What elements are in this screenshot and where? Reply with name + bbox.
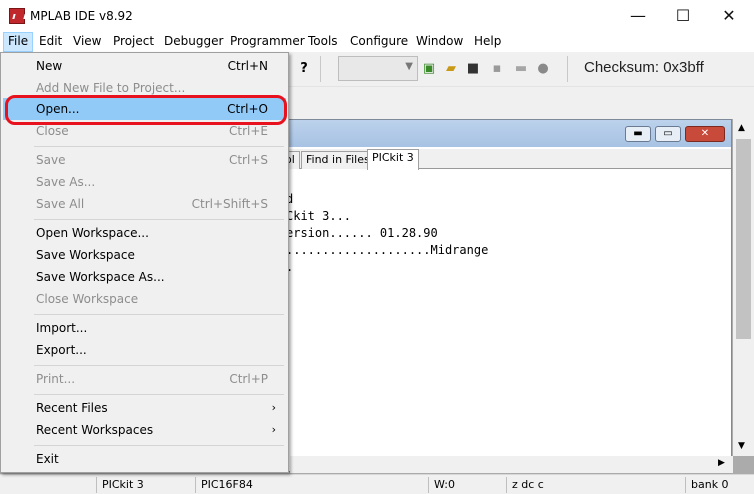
make-icon[interactable]: ▬ xyxy=(512,59,530,79)
submenu-arrow-icon: › xyxy=(271,423,276,436)
menu-programmer[interactable]: Programmer xyxy=(226,32,309,52)
new-project-icon[interactable]: ▣ xyxy=(420,59,438,79)
status-device: PIC16F84 xyxy=(201,478,253,491)
output-window: ▬ ▭ ✕ ol Find in Files PICkit 3 d Ckit 3… xyxy=(280,119,732,472)
mplab-window: MPLAB IDE v8.92 — ☐ ✕ File Edit View Pro… xyxy=(0,0,754,494)
save-disk-icon[interactable]: ■ xyxy=(464,59,482,79)
scroll-up-icon[interactable]: ▲ xyxy=(738,123,745,133)
checksum-label: Checksum: 0x3bff xyxy=(584,59,704,76)
menu-project[interactable]: Project xyxy=(109,32,158,52)
status-tool: PICkit 3 xyxy=(102,478,144,491)
menu-tools[interactable]: Tools xyxy=(304,32,342,52)
title-bar: MPLAB IDE v8.92 — ☐ ✕ xyxy=(0,0,754,32)
status-w: W:0 xyxy=(434,478,455,491)
status-bar: PICkit 3 PIC16F84 W:0 z dc c bank 0 xyxy=(0,474,754,494)
child-restore-button[interactable]: ▭ xyxy=(655,126,681,142)
menu-item-new[interactable]: New Ctrl+N xyxy=(3,55,286,77)
output-text: d Ckit 3... ersion...... 01.28.90 ......… xyxy=(281,170,719,460)
menu-bar: File Edit View Project Debugger Programm… xyxy=(0,32,754,52)
menu-item-save: Save Ctrl+S xyxy=(36,153,268,167)
menu-item-save-workspace[interactable]: Save Workspace xyxy=(3,244,286,266)
help-icon[interactable]: ? xyxy=(295,59,313,79)
build-config-combo[interactable]: ▼ xyxy=(338,56,418,81)
menu-item-export[interactable]: Export... xyxy=(3,339,286,361)
menu-item-import[interactable]: Import... xyxy=(3,317,286,339)
menu-window[interactable]: Window xyxy=(412,32,467,52)
output-line: ....................Midrange xyxy=(286,243,489,257)
chevron-down-icon: ▼ xyxy=(405,61,413,72)
menu-item-recent-workspaces[interactable]: Recent Workspaces › xyxy=(3,419,286,441)
build-icon[interactable]: ▪ xyxy=(488,59,506,79)
tab-find-in-files[interactable]: Find in Files xyxy=(301,151,375,169)
menu-file[interactable]: File xyxy=(3,32,34,52)
menu-help[interactable]: Help xyxy=(470,32,505,52)
output-line: ersion...... 01.28.90 xyxy=(286,226,438,240)
window-title: MPLAB IDE v8.92 xyxy=(30,9,133,23)
close-button[interactable]: ✕ xyxy=(706,0,752,32)
minimize-button[interactable]: — xyxy=(615,0,661,32)
horizontal-scrollbar[interactable]: ▶ xyxy=(290,456,733,473)
menu-item-exit[interactable]: Exit xyxy=(3,448,286,470)
tab-pickit3[interactable]: PICkit 3 xyxy=(367,149,419,170)
output-line: Ckit 3... xyxy=(286,209,352,223)
submenu-arrow-icon: › xyxy=(271,401,276,414)
menu-edit[interactable]: Edit xyxy=(35,32,66,52)
annotation-highlight-ring xyxy=(5,95,287,125)
menu-item-save-workspace-as[interactable]: Save Workspace As... xyxy=(3,266,286,288)
status-flags: z dc c xyxy=(512,478,544,491)
menu-item-save-as: Save As... xyxy=(36,175,96,189)
menu-item-print: Print... Ctrl+P xyxy=(36,372,268,386)
scroll-right-icon[interactable]: ▶ xyxy=(718,458,725,468)
menu-configure[interactable]: Configure xyxy=(346,32,412,52)
status-bank: bank 0 xyxy=(691,478,729,491)
child-minimize-button[interactable]: ▬ xyxy=(625,126,651,142)
mplab-logo-icon xyxy=(9,8,25,24)
open-folder-icon[interactable]: ▰ xyxy=(442,59,460,79)
menu-item-save-all: Save All Ctrl+Shift+S xyxy=(36,197,268,211)
menu-item-open-workspace[interactable]: Open Workspace... xyxy=(3,222,286,244)
menu-item-recent-files[interactable]: Recent Files › xyxy=(3,397,286,419)
menu-view[interactable]: View xyxy=(69,32,105,52)
output-window-titlebar: ▬ ▭ ✕ xyxy=(281,120,731,147)
menu-debugger[interactable]: Debugger xyxy=(160,32,227,52)
menu-item-close-workspace: Close Workspace xyxy=(36,292,139,306)
child-close-button[interactable]: ✕ xyxy=(685,126,725,142)
scroll-down-icon[interactable]: ▼ xyxy=(738,441,745,451)
maximize-button[interactable]: ☐ xyxy=(660,0,706,32)
info-icon[interactable]: ● xyxy=(534,59,552,79)
output-tabs: ol Find in Files PICkit 3 xyxy=(281,149,731,170)
vertical-scrollbar[interactable]: ▲ ▼ xyxy=(733,119,754,456)
scroll-thumb[interactable] xyxy=(736,139,751,339)
